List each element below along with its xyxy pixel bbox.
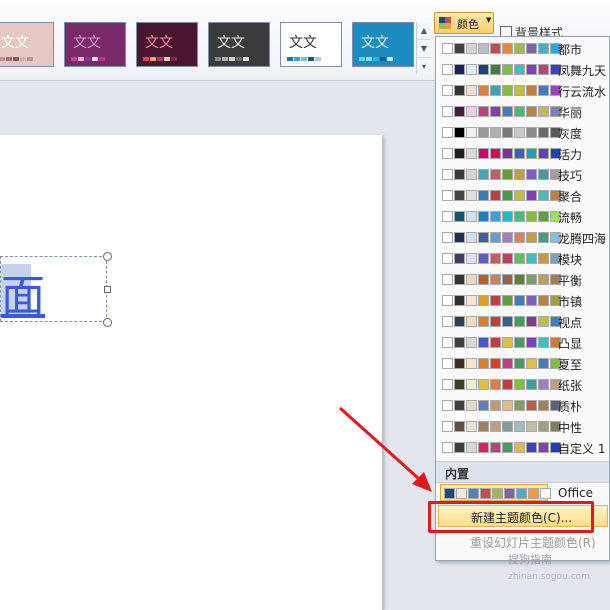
annotation-arrow [338,406,432,492]
watermark: 搜狗指南 [508,553,552,566]
watermark-url: zhinan.sogou.com [508,572,590,582]
